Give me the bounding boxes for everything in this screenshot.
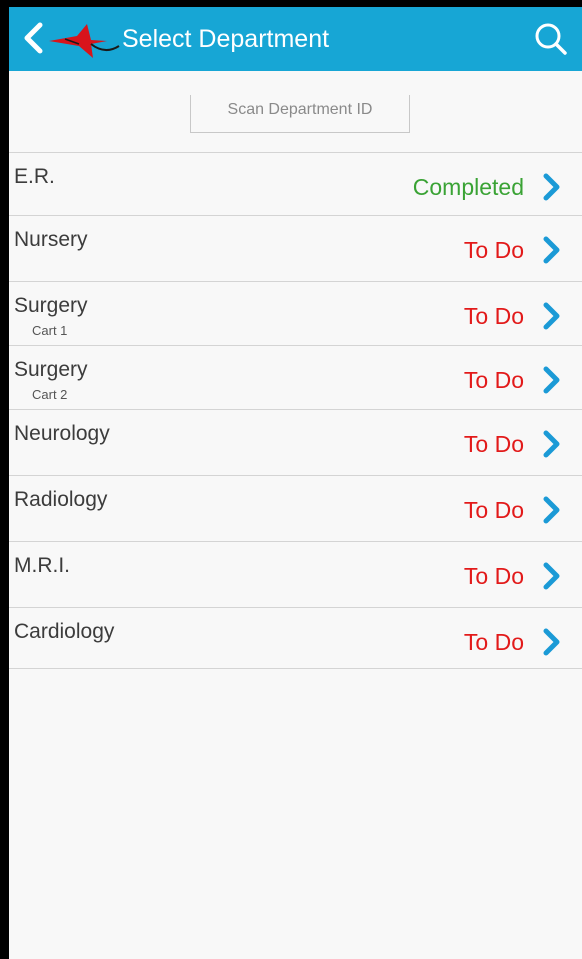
department-row[interactable]: Neurology To Do (9, 409, 582, 475)
department-name: Neurology (14, 422, 110, 445)
back-button[interactable] (21, 20, 121, 60)
scan-department-id-input[interactable] (190, 95, 410, 133)
department-name: Surgery (14, 358, 88, 381)
department-name: M.R.I. (14, 554, 70, 577)
department-row[interactable]: M.R.I. To Do (9, 541, 582, 607)
chevron-right-icon[interactable] (542, 429, 562, 459)
status-label: To Do (463, 563, 524, 589)
app-screen: Select Department E.R. Completed Nursery To… (9, 7, 582, 959)
chevron-right-icon[interactable] (542, 627, 562, 657)
status-label: To Do (463, 367, 524, 393)
status-label: To Do (463, 629, 524, 655)
chevron-right-icon[interactable] (542, 561, 562, 591)
status-label: Completed (412, 174, 524, 200)
department-cart-label: Cart 1 (32, 323, 68, 338)
status-label: To Do (463, 237, 524, 263)
department-cart-label: Cart 2 (32, 387, 68, 402)
status-label: To Do (463, 497, 524, 523)
department-name: Cardiology (14, 620, 115, 643)
department-name: Nursery (14, 228, 88, 251)
status-label: To Do (463, 303, 524, 329)
department-row[interactable]: Radiology To Do (9, 475, 582, 541)
search-button[interactable] (527, 19, 571, 59)
red-bird-logo (49, 24, 120, 58)
search-icon (535, 23, 567, 55)
department-row[interactable]: Nursery To Do (9, 215, 582, 281)
department-row[interactable]: Cardiology To Do (9, 607, 582, 669)
department-row[interactable]: Surgery Cart 1 To Do (9, 281, 582, 345)
department-row[interactable]: Surgery Cart 2 To Do (9, 345, 582, 409)
chevron-right-icon[interactable] (542, 495, 562, 525)
chevron-right-icon[interactable] (542, 301, 562, 331)
chevron-right-icon[interactable] (542, 365, 562, 395)
chevron-right-icon[interactable] (542, 235, 562, 265)
status-label: To Do (463, 431, 524, 457)
department-name: Radiology (14, 488, 108, 511)
page-title: Select Department (122, 25, 330, 53)
chevron-right-icon[interactable] (542, 172, 562, 202)
department-list: E.R. Completed Nursery To Do Surgery Cart 1 To… (9, 152, 582, 669)
department-name: E.R. (14, 165, 55, 188)
department-name: Surgery (14, 294, 88, 317)
header-bar: Select Department (9, 7, 582, 71)
department-row[interactable]: E.R. Completed (9, 152, 582, 215)
chevron-left-icon (24, 22, 43, 54)
